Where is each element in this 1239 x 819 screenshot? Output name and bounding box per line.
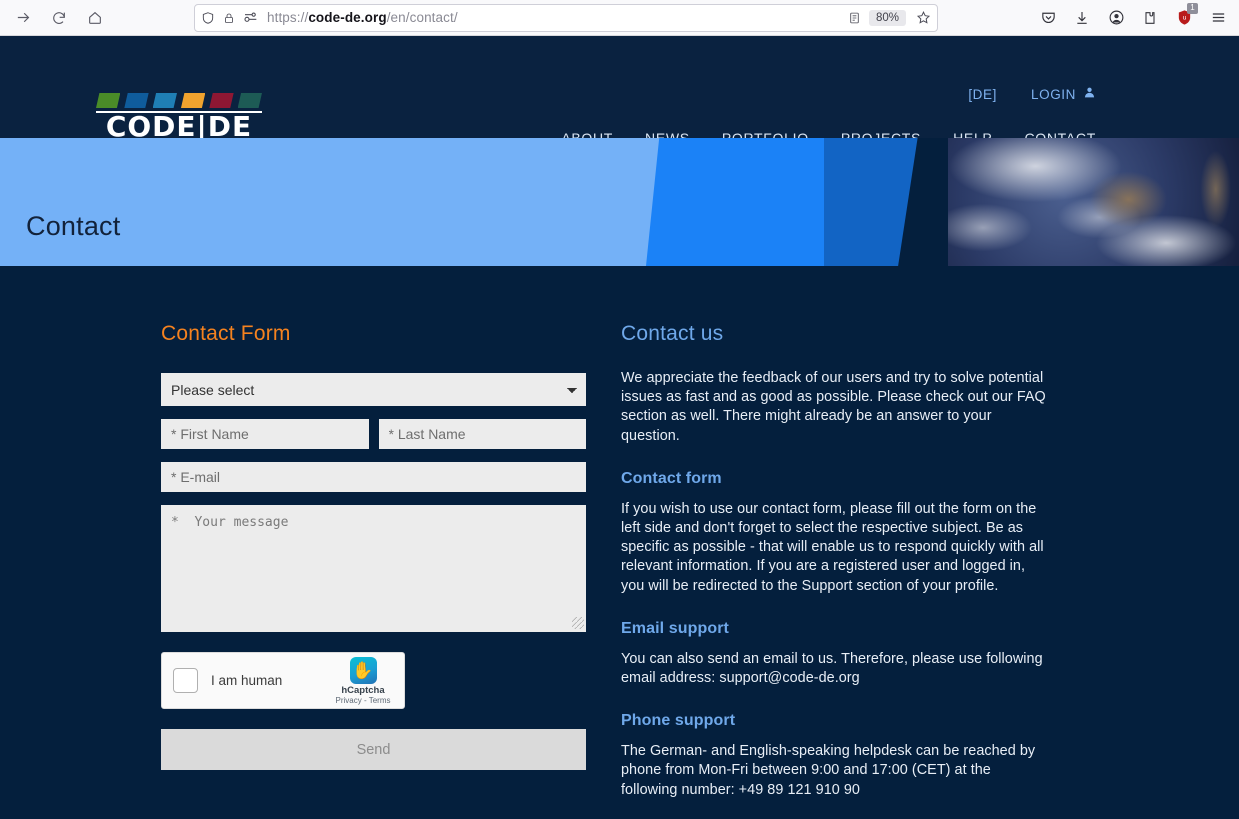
reader-view-icon[interactable] bbox=[848, 11, 861, 25]
address-bar[interactable]: https://code-de.org/en/contact/ 80% bbox=[194, 3, 938, 32]
hero-stripe-light bbox=[0, 138, 700, 266]
logo-bar bbox=[237, 93, 262, 108]
hcaptcha-terms-link[interactable]: Privacy - Terms bbox=[333, 696, 393, 705]
phone-support-heading: Phone support bbox=[621, 712, 736, 730]
reload-icon[interactable] bbox=[44, 4, 74, 32]
contact-us-intro: We appreciate the feedback of our users … bbox=[621, 370, 1046, 444]
hcaptcha-branding: ✋ hCaptcha Privacy - Terms bbox=[333, 656, 393, 705]
user-avatar-icon bbox=[1083, 86, 1096, 102]
url-text: https://code-de.org/en/contact/ bbox=[267, 10, 458, 25]
logo-bar bbox=[180, 93, 206, 108]
site-header: CODE|DE [DE] LOGIN ABOUT NEWS PORTFOLIO … bbox=[0, 36, 1239, 155]
language-switch-de[interactable]: [DE] bbox=[968, 87, 997, 102]
email-input[interactable] bbox=[161, 462, 586, 492]
pocket-icon[interactable] bbox=[1033, 4, 1063, 32]
name-row bbox=[161, 419, 586, 449]
last-name-input[interactable] bbox=[378, 419, 586, 449]
ublock-shield-icon[interactable]: u 1 bbox=[1169, 2, 1199, 32]
email-support-heading: Email support bbox=[621, 619, 729, 637]
contact-form-section-heading: Contact form bbox=[621, 469, 722, 487]
message-wrapper bbox=[161, 505, 586, 632]
message-textarea[interactable] bbox=[161, 505, 586, 632]
hcaptcha-brand-name: hCaptcha bbox=[341, 684, 385, 696]
login-label: LOGIN bbox=[1030, 86, 1076, 102]
logo-bar bbox=[152, 93, 177, 108]
svg-text:u: u bbox=[1182, 14, 1186, 22]
page-content: Contact Form Please select I am human ✋ … bbox=[0, 266, 1239, 800]
extension-icon[interactable] bbox=[1135, 4, 1165, 32]
browser-extension-icons: u 1 bbox=[1033, 2, 1233, 32]
logo-bar bbox=[209, 93, 234, 108]
first-name-input[interactable] bbox=[161, 419, 369, 449]
earth-satellite-image bbox=[948, 138, 1239, 266]
hero-banner: Contact bbox=[0, 138, 1239, 266]
login-button[interactable]: LOGIN bbox=[1031, 86, 1096, 102]
hamburger-menu-icon[interactable] bbox=[1203, 4, 1233, 32]
permissions-icon[interactable] bbox=[243, 12, 259, 24]
star-bookmark-icon[interactable] bbox=[916, 10, 931, 25]
send-button[interactable]: Send bbox=[161, 729, 586, 770]
contact-form-heading: Contact Form bbox=[161, 322, 291, 345]
shield-icon[interactable] bbox=[201, 11, 215, 25]
browser-nav-buttons bbox=[8, 4, 110, 32]
home-icon[interactable] bbox=[80, 4, 110, 32]
contact-us-heading: Contact us bbox=[621, 322, 724, 345]
subject-select[interactable]: Please select bbox=[161, 373, 586, 406]
logo-bar bbox=[124, 93, 149, 108]
hcaptcha-label: I am human bbox=[211, 673, 283, 688]
lock-icon[interactable] bbox=[223, 11, 235, 25]
forward-arrow-icon[interactable] bbox=[8, 4, 38, 32]
hcaptcha-widget[interactable]: I am human ✋ hCaptcha Privacy - Terms bbox=[161, 652, 405, 709]
hero-stripe-dark bbox=[824, 138, 918, 266]
logo-wordmark: CODE|DE bbox=[96, 110, 262, 143]
contact-form-section-body: If you wish to use our contact form, ple… bbox=[621, 500, 1044, 594]
header-utility-bar: [DE] LOGIN bbox=[968, 86, 1096, 102]
hcaptcha-checkbox[interactable] bbox=[173, 668, 198, 693]
zoom-level-indicator[interactable]: 80% bbox=[868, 9, 906, 26]
downloads-icon[interactable] bbox=[1067, 4, 1097, 32]
email-support-body: You can also send an email to us. Theref… bbox=[621, 650, 1043, 687]
hcaptcha-logo-icon: ✋ bbox=[349, 656, 377, 684]
logo-bar bbox=[96, 93, 121, 108]
browser-toolbar: https://code-de.org/en/contact/ 80% u 1 bbox=[0, 0, 1239, 36]
account-icon[interactable] bbox=[1101, 4, 1131, 32]
page-title: Contact bbox=[26, 211, 121, 241]
ublock-badge-count: 1 bbox=[1187, 2, 1198, 14]
logo-bars-top bbox=[96, 93, 262, 108]
phone-support-body: The German- and English-speaking helpdes… bbox=[621, 743, 1036, 798]
contact-form-column: Contact Form Please select I am human ✋ … bbox=[161, 322, 586, 800]
contact-info-column: Contact us We appreciate the feedback of… bbox=[621, 322, 1046, 800]
